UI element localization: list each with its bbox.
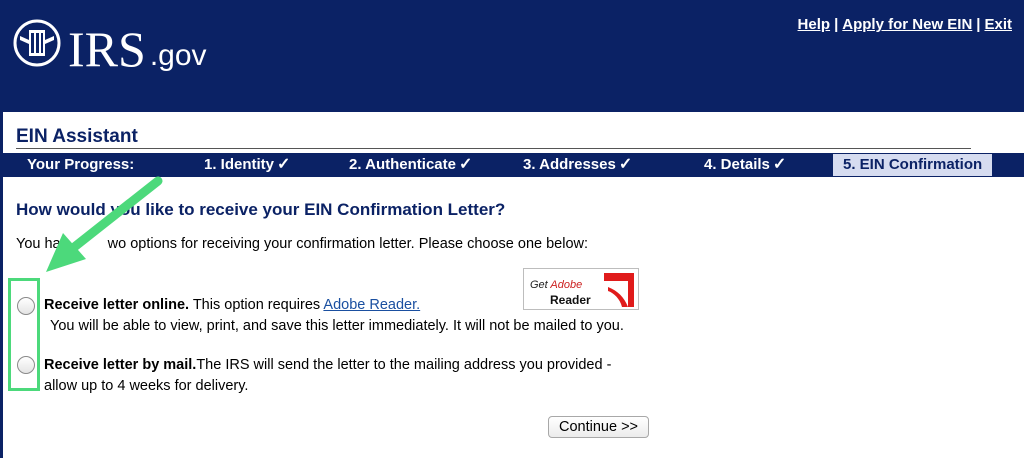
logo-irs-text: IRS bbox=[68, 21, 146, 77]
help-link[interactable]: Help bbox=[798, 16, 831, 33]
progress-step-details: 4. Details ✓ bbox=[704, 153, 786, 177]
option-mail-line1: Receive letter by mail.The IRS will send… bbox=[44, 355, 611, 375]
intro-text-end: wo options for receiving your confirmati… bbox=[107, 236, 589, 252]
progress-step-ein-confirmation: 5. EIN Confirmation bbox=[833, 154, 993, 176]
progress-label: Your Progress: bbox=[27, 156, 135, 173]
checkmark-icon: ✓ bbox=[458, 156, 473, 173]
progress-bar: Your Progress: 1. Identity ✓ 2. Authentic… bbox=[0, 153, 1024, 177]
badge-adobe-text: Adobe bbox=[550, 279, 583, 291]
progress-step-addresses: 3. Addresses ✓ bbox=[523, 153, 632, 177]
option-online-line2: You will be able to view, print, and sav… bbox=[50, 318, 624, 334]
get-adobe-reader-badge[interactable]: Get Adobe Reader bbox=[523, 268, 639, 310]
checkmark-icon: ✓ bbox=[277, 156, 291, 173]
checkmark-icon: ✓ bbox=[618, 156, 633, 173]
apply-new-ein-link[interactable]: Apply for New EIN bbox=[842, 16, 972, 33]
site-header: IRS .gov Help | Apply for New EIN | Exit bbox=[0, 0, 1024, 112]
option-mail-line2: allow up to 4 weeks for delivery. bbox=[44, 378, 249, 394]
badge-get-text: Get Adobe bbox=[530, 279, 583, 291]
exit-link[interactable]: Exit bbox=[984, 16, 1012, 33]
title-divider bbox=[16, 148, 971, 149]
adobe-reader-icon bbox=[604, 273, 634, 307]
irs-eagle-icon bbox=[12, 18, 62, 73]
progress-step-identity: 1. Identity ✓ bbox=[204, 153, 290, 177]
link-separator: | bbox=[834, 16, 839, 33]
option-online-line1: Receive letter online. This option requi… bbox=[44, 295, 420, 315]
intro-text: You ha wo options for receiving your conf… bbox=[16, 236, 588, 252]
step-label: 1. Identity bbox=[204, 156, 275, 173]
step-label: 4. Details bbox=[704, 156, 770, 173]
adobe-reader-link[interactable]: Adobe Reader. bbox=[323, 297, 420, 313]
radio-highlight-box bbox=[8, 278, 40, 391]
link-separator: | bbox=[976, 16, 981, 33]
step-label: 2. Authenticate bbox=[349, 156, 456, 173]
page-title: EIN Assistant bbox=[16, 126, 138, 147]
intro-text-start: You ha bbox=[16, 236, 61, 252]
progress-step-authenticate: 2. Authenticate ✓ bbox=[349, 153, 472, 177]
checkmark-icon: ✓ bbox=[772, 156, 787, 173]
badge-reader-text: Reader bbox=[550, 293, 591, 307]
irs-logo[interactable]: IRS .gov bbox=[12, 18, 207, 77]
option-online-text: This option requires bbox=[189, 297, 324, 313]
question-heading: How would you like to receive your EIN C… bbox=[16, 200, 506, 219]
option-online-title: Receive letter online. bbox=[44, 297, 190, 313]
continue-button[interactable]: Continue >> bbox=[548, 416, 650, 438]
option-mail-text: The IRS will send the letter to the mail… bbox=[196, 357, 612, 373]
logo-gov-text: .gov bbox=[149, 39, 207, 72]
option-mail-title: Receive letter by mail. bbox=[44, 357, 197, 373]
step-label: 3. Addresses bbox=[523, 156, 616, 173]
header-links: Help | Apply for New EIN | Exit bbox=[798, 16, 1012, 33]
